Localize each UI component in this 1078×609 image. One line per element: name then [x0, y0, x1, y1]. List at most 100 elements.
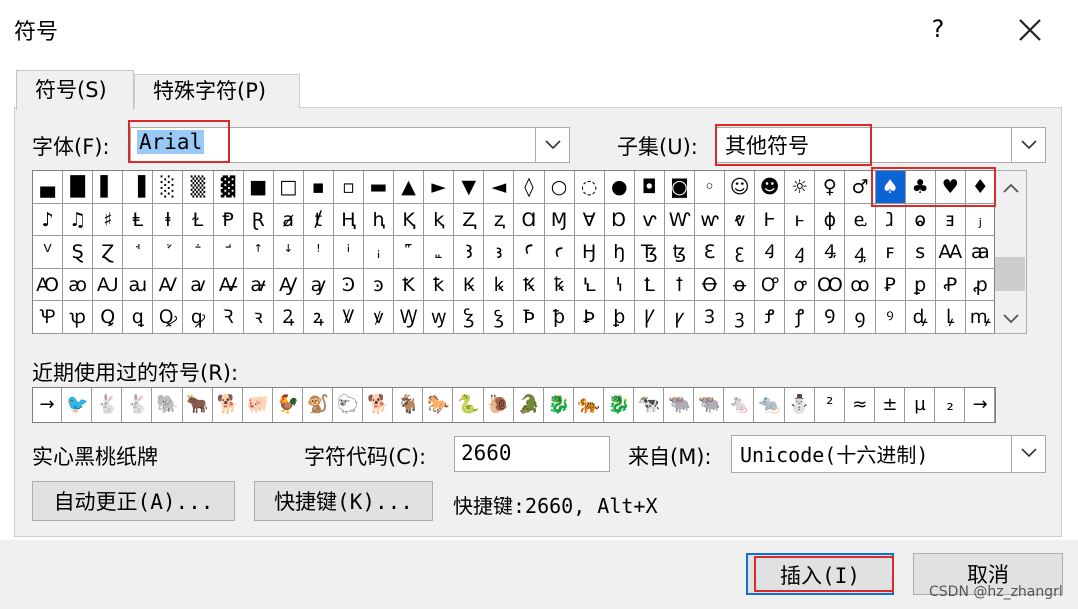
- recent-symbol-cell[interactable]: 🐇: [93, 388, 123, 422]
- symbol-cell[interactable]: Ꝩ: [634, 301, 665, 334]
- recent-symbol-cell[interactable]: 🐇: [123, 388, 153, 422]
- recent-symbol-cell[interactable]: ±: [876, 388, 905, 422]
- symbol-cell[interactable]: ꝛ: [243, 301, 274, 334]
- symbol-cell[interactable]: ꝋ: [725, 268, 756, 302]
- symbol-cell[interactable]: Ꜣ: [454, 236, 485, 269]
- symbol-cell[interactable]: Ꜵ: [33, 268, 64, 302]
- symbol-cell[interactable]: Ⱬ: [454, 203, 485, 237]
- recent-symbol-cell[interactable]: ₂: [936, 388, 966, 422]
- symbol-cell[interactable]: ꜙ: [183, 236, 214, 269]
- symbol-cell[interactable]: ꝥ: [544, 301, 575, 334]
- symbol-cell[interactable]: ⱹ: [875, 203, 906, 237]
- symbol-cell[interactable]: ꜣ: [484, 236, 515, 269]
- symbol-cell[interactable]: Ꝃ: [454, 268, 485, 302]
- symbol-cell[interactable]: Ꜷ: [93, 268, 124, 302]
- symbol-cell[interactable]: Ɒ: [604, 203, 635, 237]
- symbol-cell[interactable]: ꝧ: [604, 301, 635, 334]
- symbol-cell[interactable]: ◌: [574, 171, 605, 204]
- symbol-cell[interactable]: Ɀ: [93, 236, 124, 269]
- symbol-cell[interactable]: ꝰ: [875, 301, 906, 334]
- close-button[interactable]: [1005, 8, 1053, 52]
- symbol-cell[interactable]: ⱳ: [694, 203, 726, 237]
- subset-dropdown-arrow[interactable]: [1011, 128, 1045, 162]
- recent-symbol-cell[interactable]: 🐉: [545, 388, 574, 422]
- symbol-cell[interactable]: ꜳ: [965, 236, 996, 269]
- symbol-cell[interactable]: ●: [604, 171, 635, 204]
- symbol-cell[interactable]: Ꝗ: [93, 301, 124, 334]
- from-dropdown-arrow[interactable]: [1011, 436, 1045, 472]
- symbol-cell[interactable]: ꜗ: [123, 236, 154, 269]
- recent-symbol-cell[interactable]: 🐎: [424, 388, 454, 422]
- symbol-cell[interactable]: ⱪ: [424, 203, 455, 237]
- symbol-cell[interactable]: ꜘ: [153, 236, 184, 269]
- symbol-cell[interactable]: ꝍ: [785, 268, 816, 302]
- symbol-cell[interactable]: Ꝍ: [755, 268, 786, 302]
- recent-symbol-cell[interactable]: 🐀: [755, 388, 785, 422]
- symbol-cell[interactable]: ꜵ: [63, 268, 94, 302]
- shortcut-key-button[interactable]: 快捷键(K)...: [254, 481, 433, 521]
- recent-symbol-cell[interactable]: 🐓: [274, 388, 303, 422]
- scroll-down-icon[interactable]: [1003, 314, 1019, 324]
- symbol-cell[interactable]: ◦: [694, 171, 726, 204]
- symbol-cell[interactable]: ꝝ: [303, 301, 334, 334]
- symbol-cell[interactable]: ⱽ: [33, 236, 64, 269]
- symbol-cell[interactable]: ꝡ: [424, 301, 455, 334]
- symbol-cell[interactable]: Ꜥ: [514, 236, 545, 269]
- symbol-cell[interactable]: Ꝇ: [574, 268, 605, 302]
- symbol-cell[interactable]: ☼: [785, 171, 816, 204]
- from-dropdown[interactable]: Unicode(十六进制): [731, 435, 1046, 473]
- symbol-cell[interactable]: ꝲ: [935, 301, 966, 334]
- symbol-cell[interactable]: ꜚ: [213, 236, 244, 269]
- symbol-cell[interactable]: ▓: [213, 171, 244, 204]
- symbol-cell[interactable]: Ꝙ: [153, 301, 184, 334]
- symbol-cell[interactable]: Ꝟ: [333, 301, 364, 334]
- recent-symbol-cell[interactable]: µ: [906, 388, 936, 422]
- symbol-grid[interactable]: ▄ █ ▌ ▐ ░ ▒ ▓ ■ □ ▪ ▫ ▬ ▲ ► ▼ ◄ ◊ ○ ◌ ● ◘ ◙ ◦ ☺ ☻ ☼ ♀ ♂ ♠ ♣ ♥ ♦ ♪ ♫ ♯ Ⱡⱡ Ɫ Ᵽ Ɽ…: [32, 170, 996, 334]
- symbol-cell[interactable]: ɸ: [815, 203, 846, 237]
- grid-scroll-thumb[interactable]: [995, 257, 1025, 291]
- symbol-cell[interactable]: □: [273, 171, 304, 204]
- symbol-cell[interactable]: ◙: [664, 171, 695, 204]
- symbol-cell[interactable]: ♫: [63, 203, 94, 237]
- symbol-cell[interactable]: Ⱶ: [755, 203, 786, 237]
- symbol-cell[interactable]: ꜩ: [664, 236, 695, 269]
- symbol-cell[interactable]: ◊: [514, 171, 545, 204]
- symbol-cell[interactable]: ꝕ: [63, 301, 94, 334]
- symbol-cell[interactable]: ⱦ: [303, 203, 334, 237]
- recent-symbol-cell[interactable]: 🐄: [635, 388, 665, 422]
- symbol-cell[interactable]: ⱴ: [725, 203, 756, 237]
- recent-symbol-cell[interactable]: ⛄: [786, 388, 815, 422]
- tab-special-characters[interactable]: 特殊字符(P): [134, 74, 300, 108]
- symbol-cell[interactable]: Ꜽ: [273, 268, 304, 302]
- symbol-cell[interactable]: ꝟ: [363, 301, 395, 334]
- symbol-cell[interactable]: ▫: [333, 171, 364, 204]
- help-button[interactable]: ?: [918, 10, 958, 48]
- symbol-cell[interactable]: ꝫ: [725, 301, 756, 334]
- symbol-cell[interactable]: Ꝥ: [514, 301, 545, 334]
- recent-symbol-cell[interactable]: 🐘: [153, 388, 183, 422]
- symbol-cell[interactable]: ♂: [845, 171, 876, 204]
- symbol-cell[interactable]: ▪: [303, 171, 334, 204]
- symbol-cell[interactable]: ▬: [363, 171, 395, 204]
- recent-symbol-cell[interactable]: 🐌: [485, 388, 514, 422]
- symbol-cell[interactable]: ꝗ: [123, 301, 154, 334]
- symbol-cell[interactable]: ▒: [183, 171, 214, 204]
- symbol-cell[interactable]: Ȿ: [63, 236, 94, 269]
- symbol-cell[interactable]: ▐: [123, 171, 154, 204]
- symbol-cell[interactable]: Ɽ: [243, 203, 274, 237]
- symbol-cell[interactable]: ꜿ: [363, 268, 395, 302]
- symbol-cell[interactable]: ꜫ: [725, 236, 756, 269]
- symbol-cell[interactable]: ꝓ: [965, 268, 996, 302]
- symbol-cell[interactable]: ■: [243, 171, 274, 204]
- symbol-cell[interactable]: ▲: [394, 171, 425, 204]
- symbol-cell[interactable]: Ꜫ: [694, 236, 726, 269]
- symbol-cell[interactable]: ꜜ: [273, 236, 304, 269]
- symbol-cell[interactable]: ꜹ: [183, 268, 214, 302]
- symbol-cell[interactable]: Ɫ: [183, 203, 214, 237]
- symbol-cell[interactable]: ꜠: [394, 236, 425, 269]
- recent-symbol-cell[interactable]: →: [33, 388, 63, 422]
- recent-symbol-cell[interactable]: 🐂: [184, 388, 213, 422]
- scroll-up-icon[interactable]: [1003, 183, 1019, 193]
- symbol-cell[interactable]: ꜧ: [604, 236, 635, 269]
- symbol-cell[interactable]: Ɑ: [514, 203, 545, 237]
